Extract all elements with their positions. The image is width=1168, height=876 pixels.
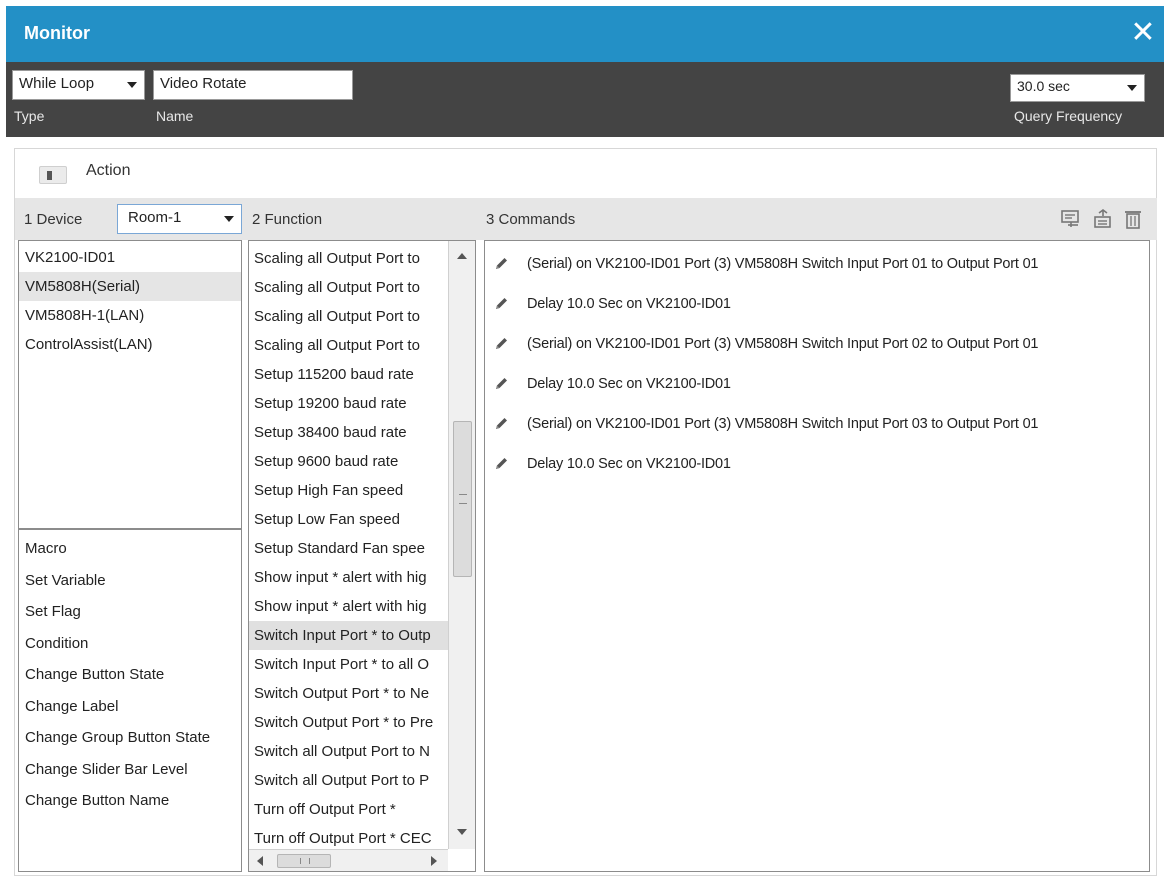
function-item[interactable]: Switch Output Port * to Ne: [249, 679, 449, 708]
room-select-value: Room-1: [128, 209, 182, 226]
function-item[interactable]: Setup Standard Fan spee: [249, 534, 449, 563]
query-frequency-label: Query Frequency: [1014, 108, 1123, 124]
function-item[interactable]: Scaling all Output Port to: [249, 244, 449, 273]
function-item[interactable]: Setup High Fan speed: [249, 476, 449, 505]
title-bar: Monitor ✕: [6, 6, 1164, 62]
chevron-down-icon: [127, 82, 137, 88]
pencil-icon[interactable]: [493, 376, 509, 392]
logic-item-change-slider-bar-level[interactable]: Change Slider Bar Level: [19, 754, 241, 786]
function-item[interactable]: Setup 19200 baud rate: [249, 389, 449, 418]
action-label: Action: [86, 162, 131, 179]
function-item[interactable]: Setup 9600 baud rate: [249, 447, 449, 476]
pencil-icon[interactable]: [493, 256, 509, 272]
command-text: (Serial) on VK2100-ID01 Port (3) VM5808H…: [527, 416, 1039, 432]
command-text: Delay 10.0 Sec on VK2100-ID01: [527, 456, 731, 472]
logic-list[interactable]: Macro Set Variable Set Flag Condition Ch…: [18, 529, 242, 872]
command-text: (Serial) on VK2100-ID01 Port (3) VM5808H…: [527, 336, 1039, 352]
function-item[interactable]: Switch all Output Port to N: [249, 737, 449, 766]
query-frequency-value: 30.0 sec: [1017, 78, 1070, 94]
logic-item-change-group-button-state[interactable]: Change Group Button State: [19, 722, 241, 754]
type-select[interactable]: While Loop: [12, 70, 145, 100]
scroll-thumb[interactable]: [277, 854, 331, 868]
query-frequency-select[interactable]: 30.0 sec: [1010, 74, 1145, 102]
name-input[interactable]: Video Rotate: [153, 70, 353, 100]
properties-bar: While Loop Type Video Rotate Name 30.0 s…: [6, 62, 1164, 137]
function-items: Scaling all Output Port to Scaling all Ou…: [249, 244, 449, 853]
function-item[interactable]: Switch Output Port * to Pre: [249, 708, 449, 737]
chevron-down-icon: [1127, 85, 1137, 91]
logic-item-set-flag[interactable]: Set Flag: [19, 596, 241, 628]
function-item[interactable]: Show input * alert with hig: [249, 563, 449, 592]
toggle-panel-icon[interactable]: [39, 166, 67, 184]
logic-item-change-button-state[interactable]: Change Button State: [19, 659, 241, 691]
scroll-thumb[interactable]: [453, 421, 472, 577]
name-label: Name: [156, 108, 194, 124]
chevron-down-icon: [224, 216, 234, 222]
command-text: Delay 10.0 Sec on VK2100-ID01: [527, 376, 731, 392]
function-item[interactable]: Switch Input Port * to all O: [249, 650, 449, 679]
type-select-value: While Loop: [19, 75, 95, 92]
window-title: Monitor: [24, 23, 90, 43]
pencil-icon[interactable]: [493, 456, 509, 472]
command-row[interactable]: Delay 10.0 Sec on VK2100-ID01: [485, 450, 1149, 482]
logic-item-set-variable[interactable]: Set Variable: [19, 565, 241, 597]
function-item-selected[interactable]: Switch Input Port * to Outp: [249, 621, 449, 650]
commands-list[interactable]: (Serial) on VK2100-ID01 Port (3) VM5808H…: [484, 240, 1150, 872]
monitor-add-icon[interactable]: [1060, 208, 1082, 230]
function-item[interactable]: Turn off Output Port *: [249, 795, 449, 824]
pencil-icon[interactable]: [493, 416, 509, 432]
command-row[interactable]: (Serial) on VK2100-ID01 Port (3) VM5808H…: [485, 410, 1149, 442]
logic-item-condition[interactable]: Condition: [19, 628, 241, 660]
scroll-up-icon[interactable]: [457, 253, 467, 259]
close-icon[interactable]: ✕: [1128, 18, 1158, 48]
function-list[interactable]: Scaling all Output Port to Scaling all Ou…: [248, 240, 476, 872]
logic-item-change-button-name[interactable]: Change Button Name: [19, 785, 241, 817]
logic-item-change-label[interactable]: Change Label: [19, 691, 241, 723]
pencil-icon[interactable]: [493, 296, 509, 312]
function-item[interactable]: Scaling all Output Port to: [249, 302, 449, 331]
device-item[interactable]: VK2100-ID01: [19, 243, 241, 272]
function-vertical-scrollbar[interactable]: [448, 241, 475, 849]
function-item[interactable]: Scaling all Output Port to: [249, 273, 449, 302]
pencil-icon[interactable]: [493, 336, 509, 352]
name-input-value: Video Rotate: [160, 75, 247, 92]
function-item[interactable]: Scaling all Output Port to: [249, 331, 449, 360]
command-row[interactable]: (Serial) on VK2100-ID01 Port (3) VM5808H…: [485, 250, 1149, 282]
command-text: Delay 10.0 Sec on VK2100-ID01: [527, 296, 731, 312]
logic-item-macro[interactable]: Macro: [19, 533, 241, 565]
device-list[interactable]: VK2100-ID01 VM5808H(Serial) VM5808H-1(LA…: [18, 240, 242, 529]
function-horizontal-scrollbar[interactable]: [249, 849, 448, 871]
import-icon[interactable]: [1092, 208, 1114, 230]
function-item[interactable]: Setup 38400 baud rate: [249, 418, 449, 447]
command-text: (Serial) on VK2100-ID01 Port (3) VM5808H…: [527, 256, 1039, 272]
type-label: Type: [14, 108, 45, 124]
command-row[interactable]: Delay 10.0 Sec on VK2100-ID01: [485, 290, 1149, 322]
device-column-header: 1 Device: [24, 211, 83, 228]
function-item[interactable]: Setup 115200 baud rate: [249, 360, 449, 389]
room-select[interactable]: Room-1: [117, 204, 242, 234]
commands-column-header: 3 Commands: [486, 211, 576, 228]
function-item[interactable]: Switch all Output Port to P: [249, 766, 449, 795]
command-row[interactable]: (Serial) on VK2100-ID01 Port (3) VM5808H…: [485, 330, 1149, 362]
scroll-right-icon[interactable]: [431, 856, 437, 866]
device-item[interactable]: VM5808H-1(LAN): [19, 301, 241, 330]
scroll-down-icon[interactable]: [457, 829, 467, 835]
device-item[interactable]: ControlAssist(LAN): [19, 330, 241, 359]
device-item-selected[interactable]: VM5808H(Serial): [19, 272, 241, 301]
trash-icon[interactable]: [1122, 208, 1144, 230]
function-item[interactable]: Setup Low Fan speed: [249, 505, 449, 534]
scroll-left-icon[interactable]: [257, 856, 263, 866]
function-item[interactable]: Show input * alert with hig: [249, 592, 449, 621]
function-column-header: 2 Function: [252, 211, 323, 228]
command-row[interactable]: Delay 10.0 Sec on VK2100-ID01: [485, 370, 1149, 402]
